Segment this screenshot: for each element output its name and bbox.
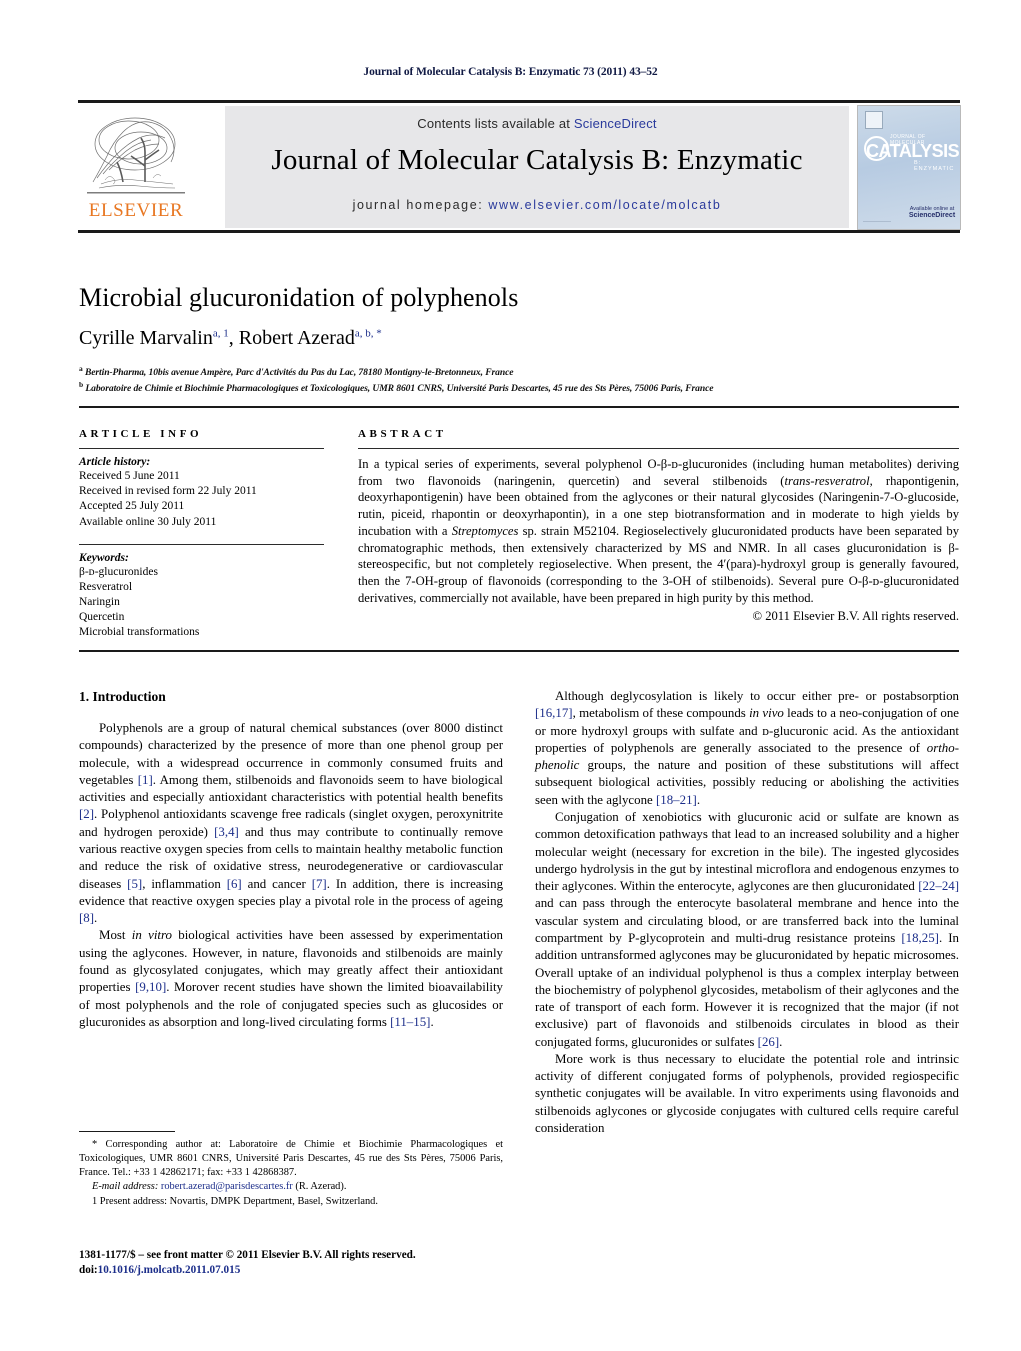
author-list: Cyrille Marvalina, 1, Robert Azerada, b,… xyxy=(79,327,382,349)
masthead-top-rule xyxy=(78,100,960,103)
homepage-prefix: journal homepage: xyxy=(352,198,489,212)
abstract-divider xyxy=(358,448,959,449)
paragraph: Conjugation of xenobiotics with glucuron… xyxy=(535,809,960,1049)
journal-homepage-line: journal homepage: www.elsevier.com/locat… xyxy=(225,198,849,212)
history-revised: Received in revised form 22 July 2011 xyxy=(79,485,257,498)
affiliation-b-text: Laboratoire de Chimie et Biochimie Pharm… xyxy=(85,383,714,395)
affiliation-a-marker: a xyxy=(79,364,83,373)
article-page: Journal of Molecular Catalysis B: Enzyma… xyxy=(0,0,1021,1351)
cover-subtitle: B: ENZYMATIC xyxy=(914,160,955,172)
abstract-text: In a typical series of experiments, seve… xyxy=(358,457,959,605)
body-column-left: 1. Introduction Polyphenols are a group … xyxy=(79,688,503,1031)
keyword-item: Quercetin xyxy=(79,611,125,624)
paragraph: Polyphenols are a group of natural chemi… xyxy=(79,721,504,926)
keyword-item: Microbial transformations xyxy=(79,626,200,639)
keyword-item: β-ᴅ-glucuronides xyxy=(79,565,158,578)
footnote-email: E-mail address: robert.azerad@parisdesca… xyxy=(79,1180,503,1194)
doi-value[interactable]: 10.1016/j.molcatb.2011.07.015 xyxy=(98,1264,241,1276)
footnote-corresponding-author: * Corresponding author at: Laboratoire d… xyxy=(79,1139,503,1179)
keywords-label: Keywords: xyxy=(79,551,129,564)
footnote-present-address: 1 Present address: Novartis, DMPK Depart… xyxy=(92,1195,378,1207)
elsevier-tree-icon xyxy=(83,108,189,200)
abstract-column: ABSTRACT In a typical series of experime… xyxy=(358,428,959,624)
doi-prefix: doi: xyxy=(79,1264,98,1277)
sciencedirect-link[interactable]: ScienceDirect xyxy=(574,116,657,131)
doi-line: doi:10.1016/j.molcatb.2011.07.015 xyxy=(79,1263,503,1278)
article-info-heading: ARTICLE INFO xyxy=(79,428,203,440)
running-head: Journal of Molecular Catalysis B: Enzyma… xyxy=(363,66,658,78)
abstract-copyright: © 2011 Elsevier B.V. All rights reserved… xyxy=(752,608,960,623)
email-link[interactable]: robert.azerad@parisdescartes.fr xyxy=(161,1181,293,1192)
author-2-name: Robert Azerad xyxy=(238,327,355,349)
elsevier-logo: ELSEVIER xyxy=(80,106,192,228)
keyword-item: Naringin xyxy=(79,596,120,609)
journal-masthead: ELSEVIER Contents lists available at Sci… xyxy=(78,100,961,233)
cover-title: CATALYSIS xyxy=(866,141,960,161)
article-info-divider xyxy=(79,448,324,449)
contents-prefix: Contents lists available at xyxy=(417,116,574,131)
info-bottom-rule xyxy=(79,650,959,652)
journal-title: Journal of Molecular Catalysis B: Enzyma… xyxy=(271,144,803,176)
article-history-label: Article history: xyxy=(79,456,151,468)
keywords-block: Keywords: β-ᴅ-glucuronides Resveratrol N… xyxy=(79,543,324,641)
masthead-bottom-rule xyxy=(78,230,960,233)
body-column-right: Although deglycosylation is likely to oc… xyxy=(535,688,959,1137)
paragraph: More work is thus necessary to elucidate… xyxy=(535,1051,959,1136)
email-label: E-mail address: xyxy=(92,1181,159,1193)
imprint-block: 1381-1177/$ – see front matter © 2011 El… xyxy=(79,1248,503,1279)
author-2-marks: a, b, * xyxy=(354,327,382,340)
info-top-rule xyxy=(79,406,959,408)
contents-available-line: Contents lists available at ScienceDirec… xyxy=(225,116,849,131)
elsevier-wordmark: ELSEVIER xyxy=(88,200,184,221)
affiliation-b-marker: b xyxy=(79,380,84,390)
issn-line: 1381-1177/$ – see front matter © 2011 El… xyxy=(79,1249,416,1261)
cover-elsevier-mark-icon xyxy=(865,111,883,129)
history-accepted: Accepted 25 July 2011 xyxy=(79,500,185,513)
email-owner: (R. Azerad). xyxy=(295,1181,347,1193)
author-1-marks: a, 1 xyxy=(212,327,229,340)
cover-footer: Available online at ScienceDirect xyxy=(908,206,956,219)
footnotes-block: * Corresponding author at: Laboratoire d… xyxy=(79,1138,503,1209)
keywords-divider xyxy=(79,543,324,545)
footnote-rule xyxy=(79,1131,175,1133)
masthead-center-band: Contents lists available at ScienceDirec… xyxy=(225,106,849,228)
paragraph: Although deglycosylation is likely to oc… xyxy=(535,689,959,807)
abstract-heading: ABSTRACT xyxy=(358,428,447,440)
author-1-name: Cyrille Marvalin xyxy=(79,327,213,349)
affiliation-a: a Bertin-Pharma, 10bis avenue Ampère, Pa… xyxy=(79,364,959,380)
page-title: Microbial glucuronidation of polyphenols xyxy=(79,283,519,312)
article-info-column: ARTICLE INFO Article history: Received 5… xyxy=(79,428,324,641)
history-online: Available online 30 July 2011 xyxy=(79,515,217,528)
keyword-item: Resveratrol xyxy=(79,580,133,593)
paragraph: Most in vitro biological activities have… xyxy=(79,928,504,1029)
affiliation-b: b Laboratoire de Chimie et Biochimie Pha… xyxy=(79,380,959,396)
section-heading-introduction: 1. Introduction xyxy=(79,689,166,704)
affiliation-a-text: Bertin-Pharma, 10bis avenue Ampère, Parc… xyxy=(84,367,514,379)
history-received: Received 5 June 2011 xyxy=(79,470,180,482)
journal-cover-thumbnail: JOURNAL OF MOLECULAR CATALYSIS B: ENZYMA… xyxy=(857,105,961,230)
cover-bottom-decor: ——————— xyxy=(863,218,891,223)
title-block: Microbial glucuronidation of polyphenols… xyxy=(79,283,959,396)
cover-footer-brand: ScienceDirect xyxy=(908,212,956,219)
journal-homepage-link[interactable]: www.elsevier.com/locate/molcatb xyxy=(488,198,721,212)
